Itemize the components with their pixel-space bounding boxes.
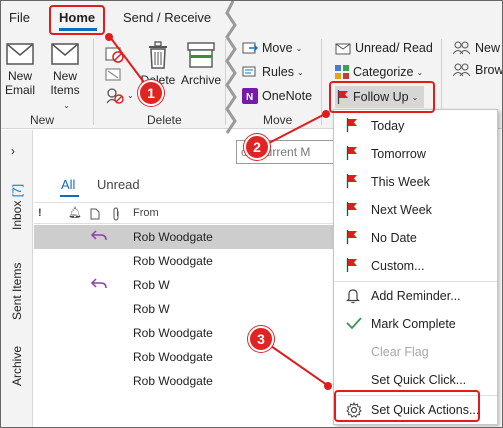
step-badge-1: 1: [138, 80, 164, 106]
connector-line-3: [270, 345, 328, 386]
step-badge-3: 3: [248, 326, 274, 352]
connector-line-2: [268, 113, 326, 144]
annotation-overlay: [105, 1, 332, 390]
home-tab-highlight: [49, 5, 105, 35]
follow-up-highlight: [329, 81, 435, 113]
set-quick-actions-highlight: [334, 390, 480, 422]
step-badge-2: 2: [244, 134, 270, 160]
outlook-window: File Home Send / Receive New Email New I…: [0, 0, 503, 428]
zigzag-divider: [225, 1, 237, 134]
